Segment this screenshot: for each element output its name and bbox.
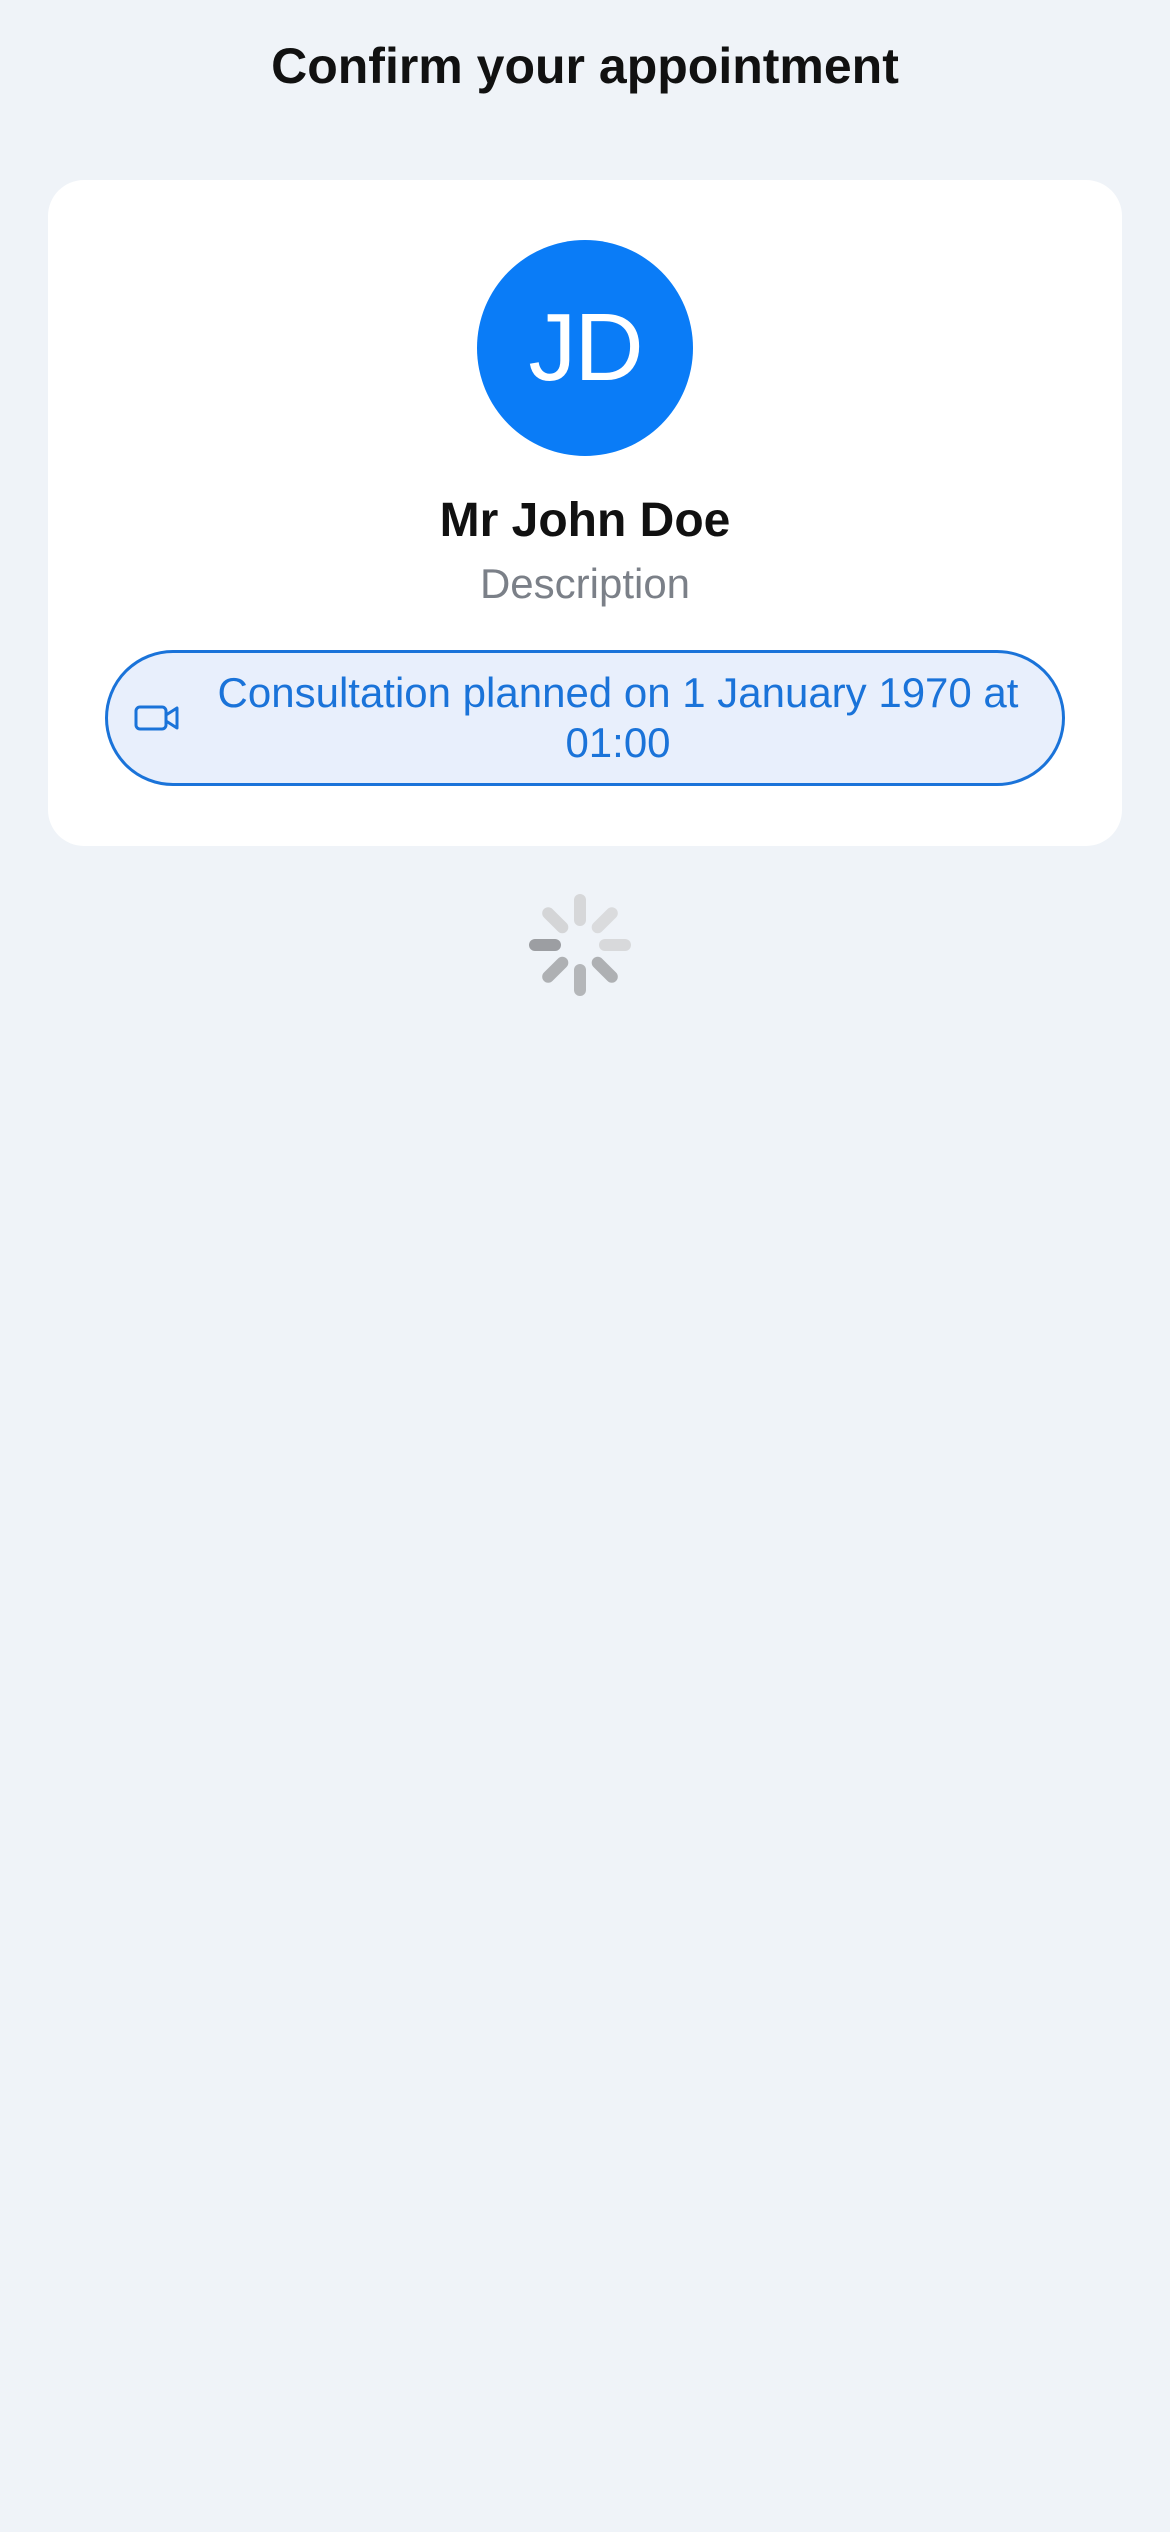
doctor-description: Description	[479, 560, 691, 607]
consultation-badge: Consultation planned on 1 January 1970 a…	[105, 650, 1065, 786]
page-title: Confirm your appointment	[271, 38, 899, 94]
loading-spinner-icon	[529, 894, 631, 996]
consultation-text: Consultation planned on 1 January 1970 a…	[217, 669, 1019, 766]
video-camera-icon	[134, 705, 179, 731]
avatar: JD	[477, 240, 693, 456]
doctor-card: JD Mr John Doe Description Consultation …	[48, 180, 1122, 846]
doctor-name: Mr John Doe	[439, 494, 731, 547]
